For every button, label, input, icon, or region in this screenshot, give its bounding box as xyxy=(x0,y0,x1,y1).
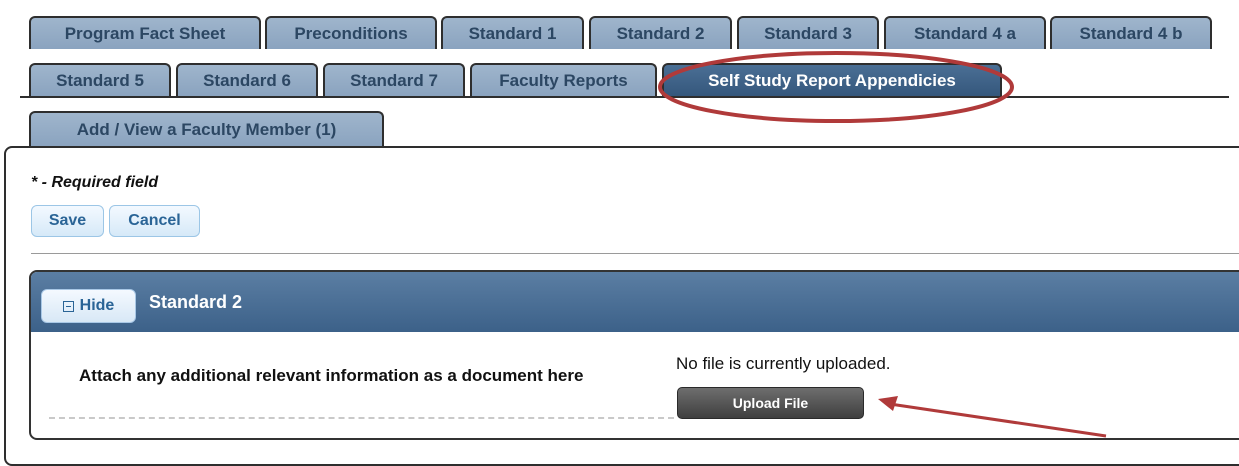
tab-standard-2[interactable]: Standard 2 xyxy=(589,16,732,49)
tab-standard-6[interactable]: Standard 6 xyxy=(176,63,318,96)
tab-add-view-faculty-member[interactable]: Add / View a Faculty Member (1) xyxy=(29,111,384,147)
save-button[interactable]: Save xyxy=(31,205,104,237)
required-field-note: * - Required field xyxy=(31,174,159,191)
tab-preconditions[interactable]: Preconditions xyxy=(265,16,437,49)
minus-icon xyxy=(62,300,74,312)
divider xyxy=(31,253,1239,254)
tab-standard-3[interactable]: Standard 3 xyxy=(737,16,879,49)
tab-standard-7[interactable]: Standard 7 xyxy=(323,63,465,96)
attach-field-label: Attach any additional relevant informati… xyxy=(79,366,584,385)
hide-button[interactable]: Hide xyxy=(41,289,136,323)
tab-self-study-report-appendicies[interactable]: Self Study Report Appendicies xyxy=(662,63,1002,96)
upload-file-button[interactable]: Upload File xyxy=(677,387,864,419)
tab-row-divider xyxy=(20,96,1229,98)
tab-standard-4b[interactable]: Standard 4 b xyxy=(1050,16,1212,49)
standard-2-section: Hide Standard 2 Attach any additional re… xyxy=(29,270,1239,440)
dashed-separator xyxy=(49,417,674,419)
hide-label: Hide xyxy=(79,297,115,314)
tab-standard-4a[interactable]: Standard 4 a xyxy=(884,16,1046,49)
tab-program-fact-sheet[interactable]: Program Fact Sheet xyxy=(29,16,261,49)
cancel-button[interactable]: Cancel xyxy=(109,205,200,237)
tab-standard-1[interactable]: Standard 1 xyxy=(441,16,584,49)
tab-faculty-reports[interactable]: Faculty Reports xyxy=(470,63,657,96)
section-title: Standard 2 xyxy=(149,292,243,312)
section-header: Hide Standard 2 xyxy=(31,272,1239,332)
file-status-text: No file is currently uploaded. xyxy=(676,354,891,373)
tab-standard-5[interactable]: Standard 5 xyxy=(29,63,171,96)
